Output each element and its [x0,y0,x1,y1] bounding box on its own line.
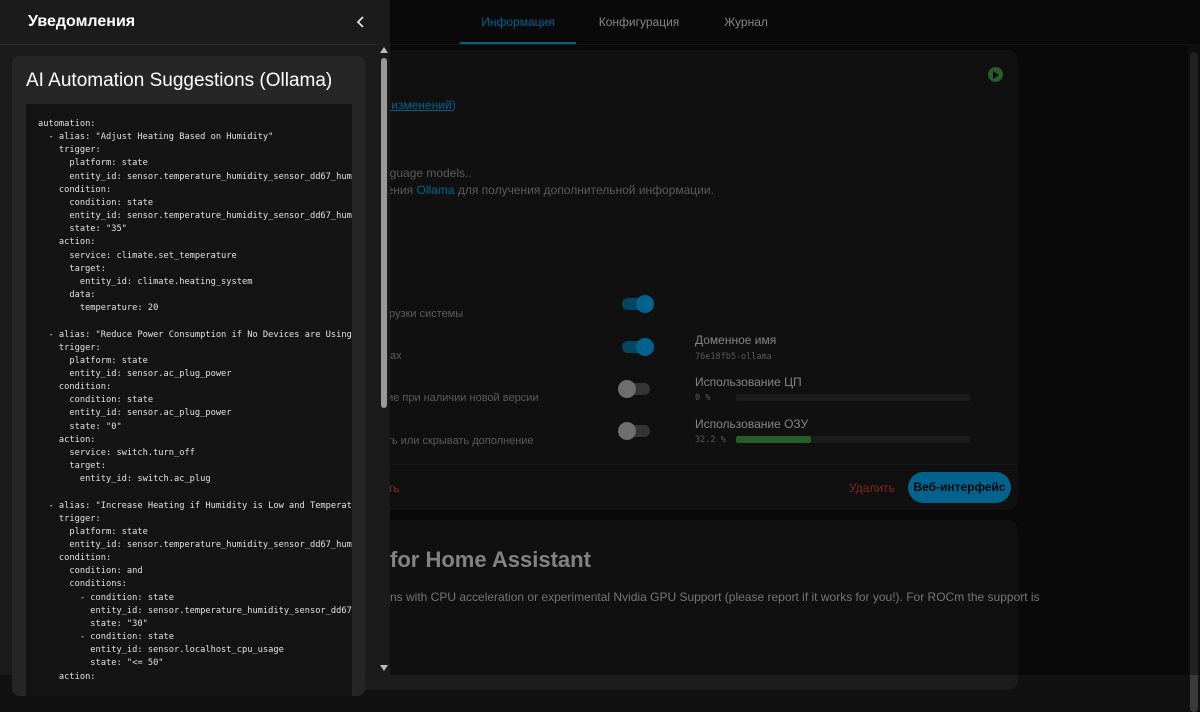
notification-title: AI Automation Suggestions (Ollama) [26,70,333,91]
scroll-up-arrow-icon[interactable] [380,47,388,53]
automation-yaml: automation: - alias: "Adjust Heating Bas… [38,119,352,682]
notification-card: AI Automation Suggestions (Ollama) autom… [12,56,365,696]
drawer-title: Уведомления [28,13,136,30]
notifications-drawer: Уведомления AI Automation Suggestions (O… [0,0,390,696]
scroll-down-arrow-icon[interactable] [380,665,388,671]
drawer-header: Уведомления [0,0,390,45]
drawer-scrollbar[interactable] [378,44,390,675]
notification-code-block: automation: - alias: "Adjust Heating Bas… [26,104,352,696]
drawer-scrollbar-thumb[interactable] [381,58,387,408]
chevron-left-icon[interactable] [352,13,370,31]
chevron-left-glyph [356,16,364,28]
